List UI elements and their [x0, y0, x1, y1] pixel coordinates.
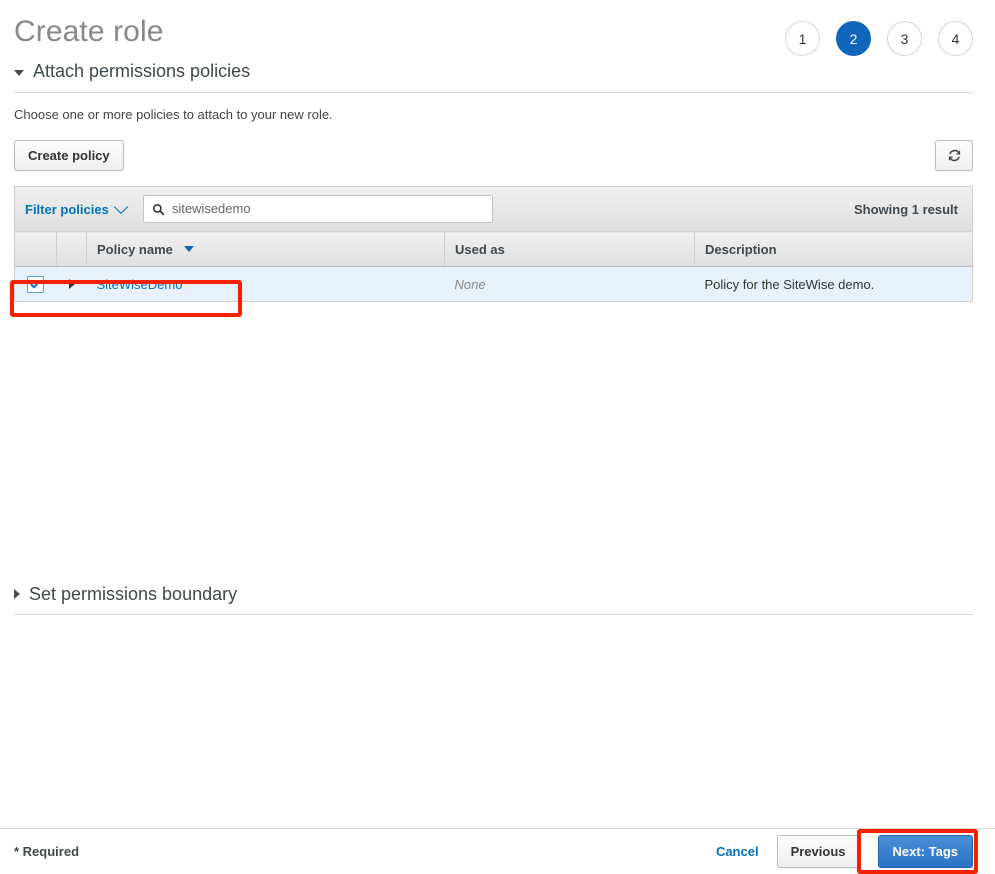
step-indicator-1[interactable]: 1: [785, 21, 820, 56]
cancel-button[interactable]: Cancel: [716, 844, 759, 859]
policies-table-header: Policy name Used as Description: [15, 232, 973, 267]
column-header-label: Policy name: [97, 242, 173, 257]
filter-policies-label: Filter policies: [25, 202, 109, 217]
row-checkbox[interactable]: [27, 276, 44, 293]
step-label: 1: [799, 31, 807, 47]
step-label: 3: [901, 31, 909, 47]
filter-bar: Filter policies sitewisedemo Showing 1 r…: [14, 186, 973, 231]
filter-policies-dropdown[interactable]: Filter policies: [25, 202, 126, 217]
create-policy-button[interactable]: Create policy: [14, 140, 124, 171]
expand-triangle-icon[interactable]: [14, 589, 20, 599]
column-header-description[interactable]: Description: [695, 232, 973, 267]
check-icon: [30, 279, 41, 290]
attach-permissions-section: Attach permissions policies Choose one o…: [0, 60, 995, 302]
section-title: Attach permissions policies: [33, 60, 250, 82]
footer-bar: * Required Cancel Previous Next: Tags: [0, 828, 995, 874]
search-icon: [152, 203, 165, 216]
results-count-label: Showing 1 result: [854, 202, 958, 217]
permissions-boundary-section: Set permissions boundary: [14, 583, 973, 615]
sort-descending-caret-icon[interactable]: [184, 246, 194, 252]
step-indicator-3[interactable]: 3: [887, 21, 922, 56]
previous-button[interactable]: Previous: [777, 835, 860, 868]
search-input[interactable]: sitewisedemo: [143, 195, 493, 223]
attach-permissions-header[interactable]: Attach permissions policies: [14, 60, 973, 93]
page-header: Create role 1 2 3 4: [0, 0, 995, 60]
row-expand-cell[interactable]: [57, 267, 87, 302]
expand-triangle-icon[interactable]: [69, 279, 75, 289]
policies-toolbar: Create policy: [14, 140, 973, 172]
used-as-value: None: [455, 277, 486, 292]
column-header-policy-name[interactable]: Policy name: [87, 232, 445, 267]
footer-actions: Cancel Previous Next: Tags: [716, 835, 973, 868]
cell-policy-name: SiteWiseDemo: [87, 267, 445, 302]
next-tags-button[interactable]: Next: Tags: [878, 835, 974, 868]
column-header-used-as[interactable]: Used as: [445, 232, 695, 267]
policies-table-body: SiteWiseDemo None Policy for the SiteWis…: [15, 267, 973, 302]
collapse-triangle-icon[interactable]: [14, 70, 24, 76]
column-header-expand: [57, 232, 87, 267]
search-input-value[interactable]: sitewisedemo: [172, 196, 251, 222]
required-note: * Required: [14, 844, 79, 859]
refresh-icon: [947, 148, 962, 163]
section-description: Choose one or more policies to attach to…: [14, 107, 973, 122]
table-row[interactable]: SiteWiseDemo None Policy for the SiteWis…: [15, 267, 973, 302]
step-indicator-2[interactable]: 2: [836, 21, 871, 56]
policies-table: Policy name Used as Description: [14, 231, 973, 302]
step-label: 2: [850, 31, 858, 47]
policy-name-link[interactable]: SiteWiseDemo: [97, 277, 183, 292]
table-header-row: Policy name Used as Description: [15, 232, 973, 267]
chevron-down-icon: [114, 200, 128, 214]
description-value: Policy for the SiteWise demo.: [705, 277, 875, 292]
cell-used-as: None: [445, 267, 695, 302]
step-indicator: 1 2 3 4: [785, 21, 973, 56]
row-select-cell[interactable]: [15, 267, 57, 302]
refresh-button[interactable]: [935, 140, 973, 171]
permissions-boundary-header[interactable]: Set permissions boundary: [14, 583, 973, 615]
column-header-label: Used as: [455, 242, 505, 257]
column-header-label: Description: [705, 242, 777, 257]
step-label: 4: [952, 31, 960, 47]
step-indicator-4[interactable]: 4: [938, 21, 973, 56]
column-header-select: [15, 232, 57, 267]
cell-description: Policy for the SiteWise demo.: [695, 267, 973, 302]
section-title: Set permissions boundary: [29, 583, 237, 605]
